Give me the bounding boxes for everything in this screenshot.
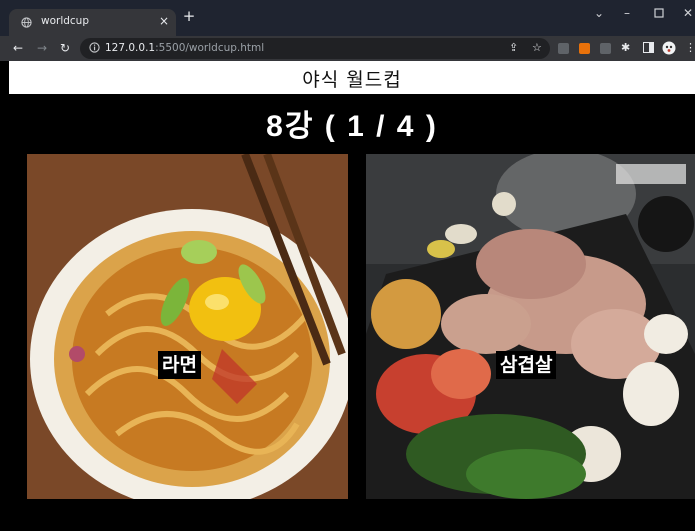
candidate-card-samgyeopsal[interactable]: 삼겹살 [366,154,695,499]
tab-worldcup[interactable]: worldcup × [9,9,176,36]
sidepanel-icon[interactable] [643,42,654,58]
samgyeopsal-image [366,154,695,499]
window-close-icon[interactable]: ✕ [683,6,693,20]
candidate-label: 삼겹살 [496,351,557,379]
menu-icon[interactable]: ⋮ [685,40,695,56]
site-title: 야식 월드컵 [302,69,402,91]
address-bar[interactable]: 127.0.0.1:5500/worldcup.html [80,38,550,59]
site-header: 야식 월드컵 [9,61,695,94]
close-icon[interactable]: × [159,14,169,28]
browser-toolbar: ← → ↻ 127.0.0.1:5500/worldcup.html ⇪ ☆ ✱… [0,36,695,61]
page-viewport: 야식 월드컵 8강 ( 1 / 4 ) 라면 삼겹살 [9,61,695,531]
candidate-label: 라면 [158,351,201,379]
reload-icon[interactable]: ↻ [58,40,72,56]
tab-strip: worldcup × + ⌄ – ✕ [0,0,695,36]
profile-icon[interactable] [662,41,676,60]
extension-icon[interactable] [558,43,569,54]
info-icon[interactable] [89,42,100,53]
forward-icon[interactable]: → [35,40,49,56]
plus-icon[interactable]: + [181,8,197,24]
chevron-down-icon[interactable]: ⌄ [594,6,604,20]
maximize-icon[interactable] [654,7,664,21]
puzzle-icon[interactable]: ✱ [621,40,630,56]
candidate-card-ramen[interactable]: 라면 [27,154,348,499]
url-path: :5500/worldcup.html [155,42,265,54]
ramen-image [27,154,348,499]
round-title: 8강 ( 1 / 4 ) [266,110,438,143]
star-icon[interactable]: ☆ [532,40,542,56]
minimize-icon[interactable]: – [624,6,630,20]
url-host: 127.0.0.1 [105,42,156,54]
globe-icon [21,17,32,28]
share-icon[interactable]: ⇪ [509,40,518,56]
tab-title: worldcup [41,15,90,27]
extension-icon[interactable] [600,43,611,54]
back-icon[interactable]: ← [11,40,25,56]
extension-icon[interactable] [579,43,590,54]
url-text: 127.0.0.1:5500/worldcup.html [105,42,264,54]
